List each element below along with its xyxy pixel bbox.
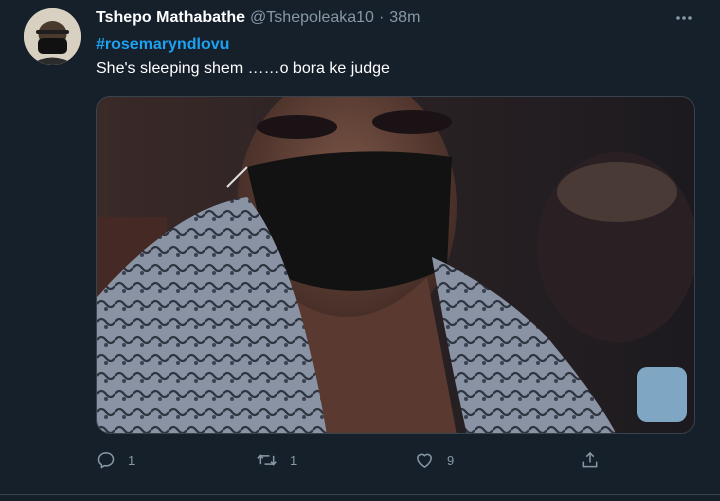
reply-button[interactable]: 1 — [96, 450, 135, 470]
retweet-button[interactable]: 1 — [256, 450, 297, 470]
like-icon — [417, 453, 432, 468]
reply-count: 1 — [128, 452, 136, 468]
author-name[interactable]: Tshepo Mathabathe — [96, 9, 245, 27]
hashtag-link[interactable]: #rosemaryndlovu — [96, 36, 229, 54]
like-count: 9 — [447, 452, 455, 468]
tweet-actions: 1 1 9 — [96, 450, 616, 474]
share-button[interactable] — [580, 450, 600, 470]
avatar-image — [24, 8, 81, 65]
timestamp[interactable]: 38m — [389, 9, 420, 27]
reply-icon — [97, 452, 115, 469]
tweet-header: Tshepo Mathabathe @Tshepoleaka10 · 38m — [96, 9, 420, 27]
share-icon — [582, 451, 598, 468]
more-button[interactable] — [674, 10, 694, 26]
avatar[interactable] — [24, 8, 81, 65]
divider — [0, 494, 720, 495]
separator-dot: · — [378, 9, 385, 26]
tweet[interactable]: Tshepo Mathabathe @Tshepoleaka10 · 38m #… — [0, 0, 720, 501]
tweet-photo[interactable] — [96, 96, 695, 434]
more-icon — [676, 16, 692, 20]
photo-image — [97, 97, 694, 433]
retweet-icon — [257, 454, 277, 466]
author-handle[interactable]: @Tshepoleaka10 — [250, 9, 374, 27]
tweet-text: She's sleeping shem ……o bora ke judge — [96, 60, 390, 77]
retweet-count: 1 — [290, 452, 298, 468]
like-button[interactable]: 9 — [414, 450, 454, 470]
